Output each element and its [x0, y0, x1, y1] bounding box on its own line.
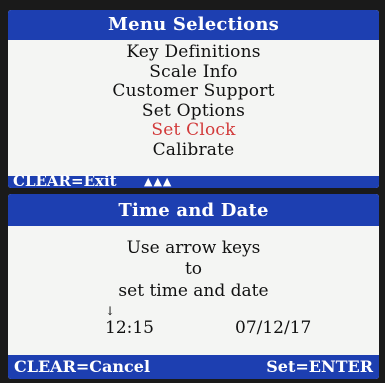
clear-cancel-label[interactable]: CLEAR=Cancel	[14, 355, 150, 379]
date-value[interactable]: 07/12/17	[235, 318, 311, 338]
menu-selections-screen: Menu Selections Key Definitions Scale In…	[8, 10, 379, 188]
menu-item-set-clock[interactable]: Set Clock	[8, 120, 379, 141]
menu-title: Menu Selections	[8, 10, 379, 40]
instruction-line-2: to	[184, 259, 203, 279]
clear-exit-label[interactable]: CLEAR=Exit	[13, 173, 117, 188]
menu-item-scale-info[interactable]: Scale Info	[8, 62, 379, 83]
time-and-date-screen: Time and Date Use arrow keys to set time…	[8, 194, 379, 379]
down-arrow-cursor-icon: ↓	[105, 304, 116, 318]
menu-item-set-options[interactable]: Set Options	[8, 101, 379, 122]
set-enter-label[interactable]: Set=ENTER	[266, 355, 373, 379]
menu-footer-bar: CLEAR=Exit ▲▲▲	[8, 173, 379, 188]
clock-footer-bar: CLEAR=Cancel Set=ENTER	[8, 355, 379, 379]
menu-item-customer-support[interactable]: Customer Support	[8, 81, 379, 102]
time-value[interactable]: 12:15	[105, 318, 154, 338]
up-arrows-icon: ▲▲▲	[144, 175, 173, 188]
scale-display-device: Menu Selections Key Definitions Scale In…	[0, 0, 385, 383]
menu-item-calibrate[interactable]: Calibrate	[8, 140, 379, 161]
instruction-line-3: set time and date	[118, 281, 269, 301]
time-date-title: Time and Date	[8, 194, 379, 226]
menu-list: Key Definitions Scale Info Customer Supp…	[8, 42, 379, 161]
menu-item-key-definitions[interactable]: Key Definitions	[8, 42, 379, 63]
instruction-line-1: Use arrow keys	[126, 238, 261, 258]
